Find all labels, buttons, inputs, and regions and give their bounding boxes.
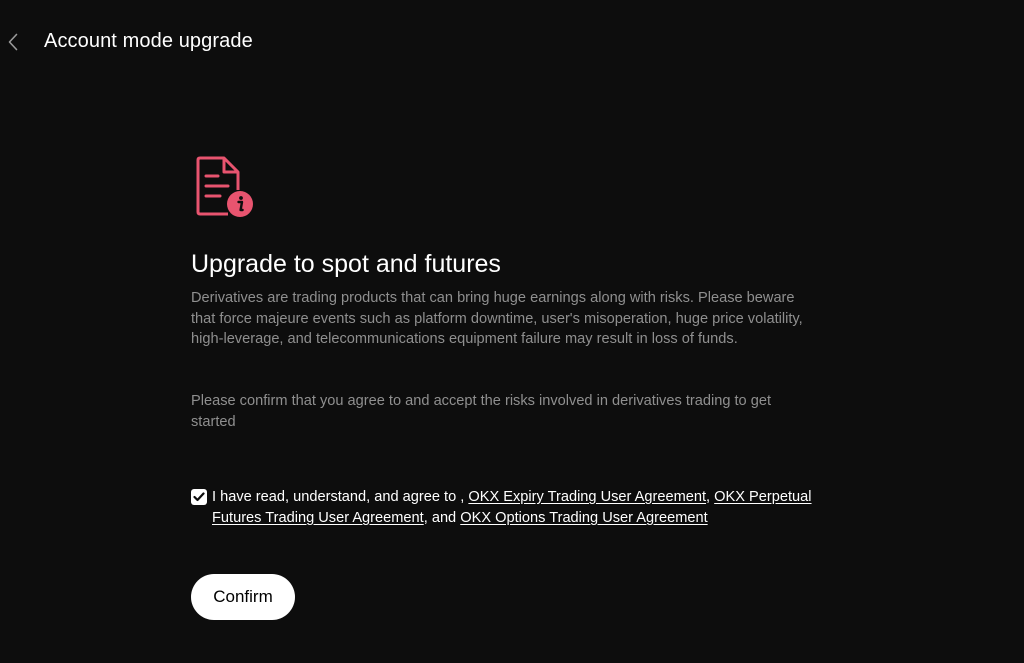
agreement-separator: , (706, 489, 711, 505)
document-info-icon (196, 156, 253, 217)
agreement-checkbox[interactable] (191, 489, 207, 505)
checkmark-icon (193, 492, 205, 502)
back-button[interactable] (2, 29, 24, 55)
confirm-button[interactable]: Confirm (191, 574, 295, 620)
confirm-prompt: Please confirm that you agree to and acc… (191, 393, 772, 430)
header: Account mode upgrade (0, 0, 1024, 82)
page-title: Account mode upgrade (44, 30, 253, 52)
agreement-prefix: I have read, understand, and agree to , (212, 489, 465, 505)
chevron-left-icon (8, 33, 18, 51)
expiry-agreement-link[interactable]: OKX Expiry Trading User Agreement (468, 489, 706, 505)
options-agreement-link[interactable]: OKX Options Trading User Agreement (460, 510, 707, 526)
upgrade-heading: Upgrade to spot and futures (191, 250, 501, 278)
agreement-separator: , and (423, 510, 457, 526)
risk-description: Derivatives are trading products that ca… (191, 290, 803, 347)
agreement-text: I have read, understand, and agree to , … (212, 487, 812, 529)
